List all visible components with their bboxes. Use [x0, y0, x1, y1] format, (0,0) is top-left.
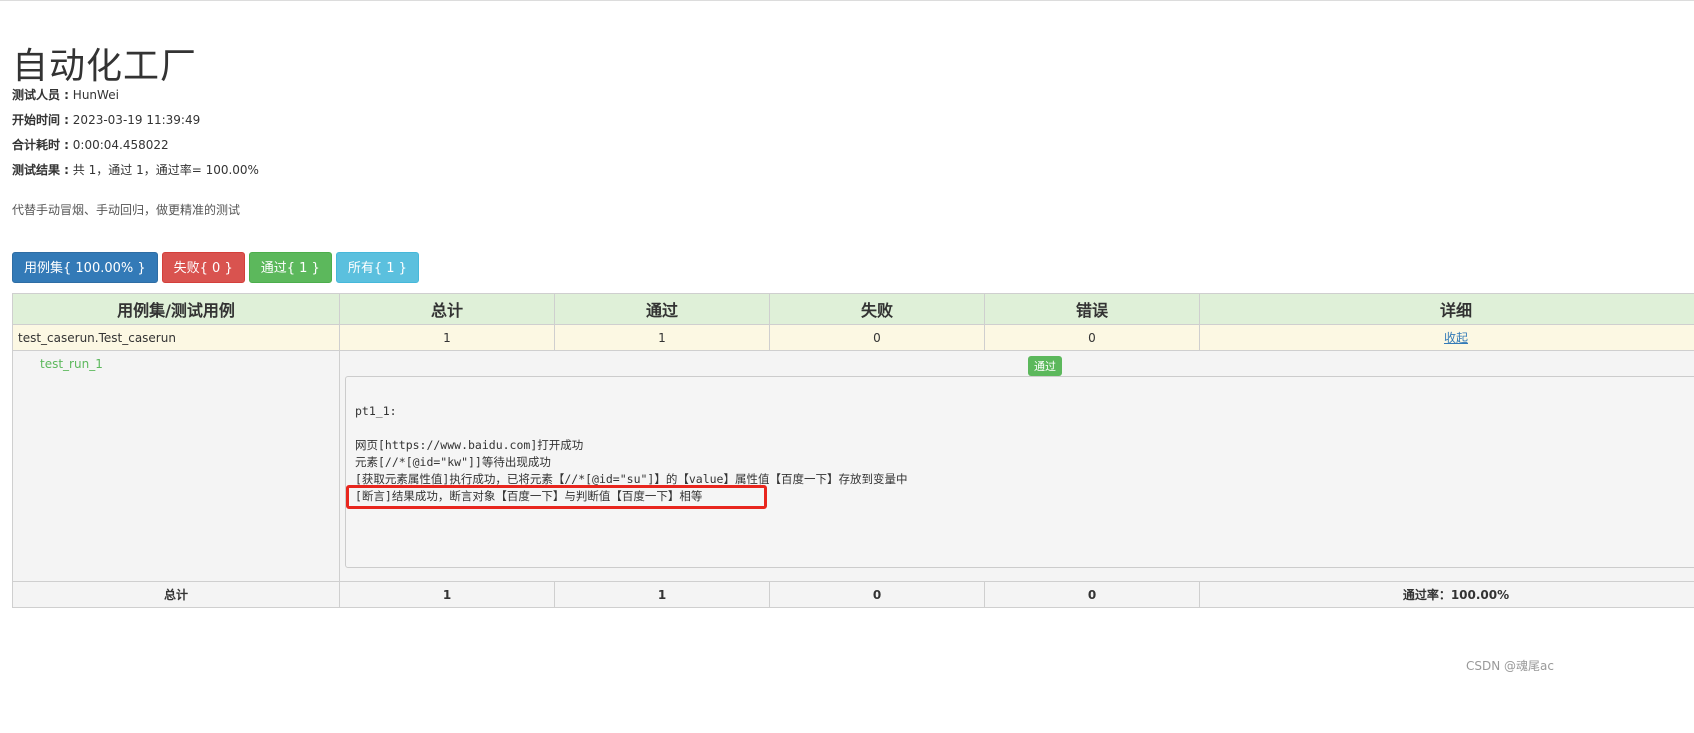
case-row: test_run_1 通过 pt1_1: 网页[https://www.baid…	[12, 350, 1694, 582]
case-detail: 通过 pt1_1: 网页[https://www.baidu.com]打开成功 …	[340, 351, 1694, 581]
watermark: CSDN @魂尾ac	[1466, 659, 1554, 673]
start-time-label: 开始时间 :	[12, 113, 69, 127]
case-detail-cell: 通过 pt1_1: 网页[https://www.baidu.com]打开成功 …	[339, 350, 1694, 582]
fail-filter-button[interactable]: 失败{ 0 }	[161, 252, 245, 283]
suite-row: test_caserun.Test_caserun 1 1 0 0 收起	[12, 324, 1694, 351]
filter-button-group: 用例集{ 100.00% } 失败{ 0 } 通过{ 1 } 所有{ 1 }	[12, 252, 419, 283]
total-error: 0	[984, 581, 1200, 608]
status-badge[interactable]: 通过	[1028, 356, 1062, 376]
table-header-row: 用例集/测试用例 总计 通过 失败 错误 详细	[12, 293, 1694, 325]
log-line: 元素[//*[@id="kw"]]等待出现成功	[355, 455, 551, 469]
total-label: 总计	[12, 581, 340, 608]
suite-name: test_caserun.Test_caserun	[12, 324, 340, 351]
result-info: 测试结果 : 共 1，通过 1，通过率= 100.00%	[12, 161, 259, 178]
page-title: 自动化工厂	[12, 46, 198, 87]
suite-total: 1	[339, 324, 555, 351]
total-row: 总计 1 1 0 0 通过率：100.00%	[12, 581, 1694, 608]
result-label: 测试结果 :	[12, 163, 69, 177]
total-total: 1	[339, 581, 555, 608]
result-table: 用例集/测试用例 总计 通过 失败 错误 详细 test_caserun.Tes…	[12, 293, 1694, 608]
total-pass: 1	[554, 581, 770, 608]
suite-pass: 1	[554, 324, 770, 351]
column-header-total: 总计	[339, 293, 555, 325]
total-pass-rate: 通过率：100.00%	[1199, 581, 1694, 608]
column-header-error: 错误	[984, 293, 1200, 325]
tester-value: HunWei	[68, 88, 119, 102]
total-fail: 0	[769, 581, 985, 608]
tester-label: 测试人员 :	[12, 88, 69, 102]
report-description: 代替手动冒烟、手动回归，做更精准的测试	[12, 203, 241, 217]
suite-detail-cell: 收起	[1199, 324, 1694, 351]
start-time-info: 开始时间 : 2023-03-19 11:39:49	[12, 111, 200, 128]
duration-info: 合计耗时 : 0:00:04.458022	[12, 136, 169, 153]
assertion-highlight-box	[346, 485, 767, 509]
pass-filter-button[interactable]: 通过{ 1 }	[248, 252, 332, 283]
column-header-detail: 详细	[1199, 293, 1694, 325]
duration-label: 合计耗时 :	[12, 138, 69, 152]
log-output: pt1_1: 网页[https://www.baidu.com]打开成功 元素[…	[345, 376, 1694, 568]
suite-fail: 0	[769, 324, 985, 351]
collapse-link[interactable]: 收起	[1444, 331, 1468, 345]
all-filter-button[interactable]: 所有{ 1 }	[335, 252, 419, 283]
tester-info: 测试人员 : HunWei	[12, 86, 119, 103]
suite-filter-button[interactable]: 用例集{ 100.00% }	[12, 252, 158, 283]
column-header-suite: 用例集/测试用例	[12, 293, 340, 325]
case-name-cell: test_run_1	[12, 350, 340, 582]
log-line: pt1_1:	[355, 404, 397, 418]
column-header-fail: 失败	[769, 293, 985, 325]
result-value: 共 1，通过 1，通过率= 100.00%	[68, 163, 259, 177]
log-line: 网页[https://www.baidu.com]打开成功	[355, 438, 584, 452]
duration-value: 0:00:04.458022	[68, 138, 169, 152]
column-header-pass: 通过	[554, 293, 770, 325]
start-time-value: 2023-03-19 11:39:49	[68, 113, 201, 127]
report-page: 自动化工厂 测试人员 : HunWei 开始时间 : 2023-03-19 11…	[0, 0, 1694, 733]
suite-error: 0	[984, 324, 1200, 351]
case-name[interactable]: test_run_1	[13, 351, 339, 371]
